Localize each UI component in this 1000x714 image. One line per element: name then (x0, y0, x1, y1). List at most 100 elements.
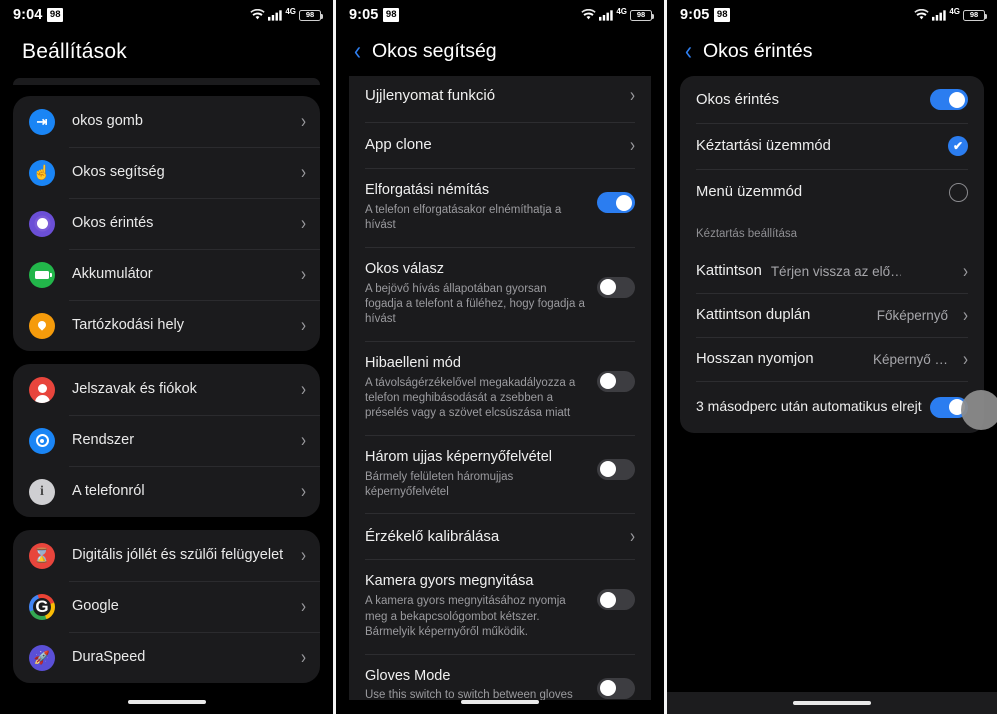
list-item[interactable]: ⌛ Digitális jóllét és szülői felügyelet … (13, 530, 320, 581)
toggle-switch[interactable] (597, 458, 635, 480)
system-glyph (35, 434, 49, 447)
list-item[interactable]: ☝ Okos segítség › (13, 147, 320, 198)
status-bar-left: 9:05 98 (349, 7, 399, 23)
status-bar-right: 4G 98 (581, 6, 655, 21)
three-screenshot-comparison: 9:04 98 4G 98 Beállítások ⇥ okos gomb › (0, 0, 1000, 714)
settings-group-1: ⇥ okos gomb › ☝ Okos segítség › Okos éri… (13, 96, 320, 351)
toggle-switch[interactable] (597, 276, 635, 298)
item-text: Kamera gyors megnyitása A kamera gyors m… (365, 572, 597, 640)
action-value: Főképernyő (876, 307, 948, 323)
list-item-label: Okos segítség (72, 164, 165, 181)
hand-glyph: ☝ (33, 164, 51, 180)
item-text: Ujjlenyomat funkció (365, 86, 624, 106)
back-icon[interactable]: ‹ (354, 38, 361, 64)
list-item[interactable]: Rendszer › (13, 415, 320, 466)
chevron-right-icon: › (301, 212, 306, 235)
battery-icon: 98 (299, 9, 324, 21)
list-item-menu-mode[interactable]: Menü üzemmód (680, 169, 984, 215)
chevron-right-icon: › (630, 525, 635, 548)
list-item-fingerprint[interactable]: Ujjlenyomat funkció › (349, 76, 651, 122)
list-item[interactable]: Okos érintés › (13, 198, 320, 249)
person-glyph (34, 383, 50, 403)
home-indicator[interactable] (127, 700, 206, 704)
list-item-hand-mode[interactable]: Kéztartási üzemmód ✔ (680, 123, 984, 169)
chevron-right-icon: › (301, 161, 306, 184)
list-item-single-click-action[interactable]: Kattintson Térjen vissza az elő… › (680, 249, 984, 293)
smart-button-glyph: ⇥ (36, 113, 48, 129)
battery-percent-label: 98 (305, 10, 315, 20)
battery-icon (29, 261, 55, 288)
settings-scroll-area[interactable]: ⇥ okos gomb › ☝ Okos segítség › Okos éri… (0, 78, 333, 683)
list-item-rotation-mute[interactable]: Elforgatási némítás A telefon elforgatás… (349, 168, 651, 247)
floating-touch-ball[interactable] (961, 390, 997, 430)
pin-glyph (36, 319, 48, 331)
list-item-error-prevention[interactable]: Hibaelleni mód A távolságérzékelővel meg… (349, 340, 651, 435)
list-item-smart-touch-toggle[interactable]: Okos érintés (680, 76, 984, 123)
status-clock: 9:05 (680, 7, 710, 23)
home-indicator[interactable] (793, 701, 871, 705)
chevron-right-icon: › (301, 378, 306, 401)
item-subtitle: A bejövő hívás állapotában gyorsan fogad… (365, 282, 585, 326)
list-item-sensor-calibration[interactable]: Érzékelő kalibrálása › (349, 513, 651, 559)
action-name: Kattintson duplán (696, 307, 811, 323)
chevron-right-icon: › (301, 480, 306, 503)
network-type-label: 4G (616, 6, 627, 16)
back-icon[interactable]: ‹ (685, 38, 692, 64)
list-item[interactable]: ⇥ okos gomb › (13, 96, 320, 147)
info-glyph: i (40, 483, 44, 499)
item-title: Elforgatási némítás (365, 182, 490, 198)
item-label: Okos érintés (696, 91, 780, 108)
hourglass-glyph: ⌛ (33, 547, 51, 563)
chevron-right-icon: › (301, 429, 306, 452)
list-item[interactable]: Jelszavak és fiókok › (13, 364, 320, 415)
key-value: Kattintson Térjen vissza az elő… (696, 263, 957, 279)
item-subtitle: A távolságérzékelővel megakadályozza a t… (365, 376, 576, 420)
item-text: Okos válasz A bejövő hívás állapotában g… (365, 260, 597, 328)
toggle-switch[interactable] (597, 589, 635, 611)
chevron-right-icon: › (301, 110, 306, 133)
item-text: Elforgatási némítás A telefon elforgatás… (365, 181, 597, 234)
key-value: Hosszan nyomjon Képernyő … (696, 351, 957, 367)
item-title: Érzékelő kalibrálása (365, 527, 500, 545)
google-g-glyph: G (35, 596, 49, 616)
toggle-switch[interactable] (930, 89, 968, 110)
list-item[interactable]: 🚀 DuraSpeed › (13, 632, 320, 683)
checkmark-icon[interactable]: ✔ (948, 136, 968, 156)
list-item-smart-answer[interactable]: Okos válasz A bejövő hívás állapotában g… (349, 246, 651, 341)
item-subtitle: Bármely felületen háromujjas képernyőfel… (365, 470, 514, 499)
list-item[interactable]: Tartózkodási hely › (13, 300, 320, 351)
battery-glyph (35, 270, 52, 279)
list-item-app-clone[interactable]: App clone › (349, 122, 651, 168)
toggle-switch[interactable] (597, 370, 635, 392)
status-clock: 9:04 (13, 7, 43, 23)
list-item-auto-hide[interactable]: 3 másodperc után automatikus elrejt (680, 381, 984, 433)
signal-bars-icon (932, 10, 947, 21)
list-item[interactable]: i A telefonról › (13, 466, 320, 517)
list-item-quick-camera[interactable]: Kamera gyors megnyitása A kamera gyors m… (349, 559, 651, 653)
action-name: Hosszan nyomjon (696, 351, 814, 367)
list-item[interactable]: G Google › (13, 581, 320, 632)
item-subtitle: A kamera gyors megnyitásához nyomja meg … (365, 595, 566, 639)
list-item-label: Akkumulátor (72, 266, 153, 283)
status-notification-badge: 98 (714, 8, 730, 22)
list-item[interactable]: Akkumulátor › (13, 249, 320, 300)
panel-smart-assistance: 9:05 98 4G 98 ‹ Okos segítség Ujjlenyoma… (336, 0, 664, 714)
smart-touch-card: Okos érintés Kéztartási üzemmód ✔ Menü ü… (680, 76, 984, 433)
sub-header: ‹ Okos érintés (667, 30, 997, 76)
toggle-switch[interactable] (597, 192, 635, 213)
status-bar-right: 4G 98 (914, 7, 988, 21)
action-value: Térjen vissza az elő… (770, 263, 901, 279)
wifi-icon (250, 9, 265, 20)
sub-header: ‹ Okos segítség (336, 30, 664, 76)
list-item-three-finger-screenshot[interactable]: Három ujjas képernyőfelvétel Bármely fel… (349, 434, 651, 514)
radio-button-icon[interactable] (949, 182, 968, 202)
list-item-long-press-action[interactable]: Hosszan nyomjon Képernyő … › (680, 337, 984, 381)
page-title: Okos segítség (372, 40, 497, 62)
smart-assistance-list[interactable]: Ujjlenyomat funkció › App clone › Elforg… (349, 76, 651, 700)
home-indicator[interactable] (461, 700, 539, 704)
smart-touch-ring-icon (29, 210, 55, 237)
list-item-double-click-action[interactable]: Kattintson duplán Főképernyő › (680, 293, 984, 337)
info-icon: i (29, 478, 55, 505)
item-subtitle: A telefon elforgatásakor elnémíthatja a … (365, 203, 562, 232)
chevron-right-icon: › (630, 84, 635, 107)
